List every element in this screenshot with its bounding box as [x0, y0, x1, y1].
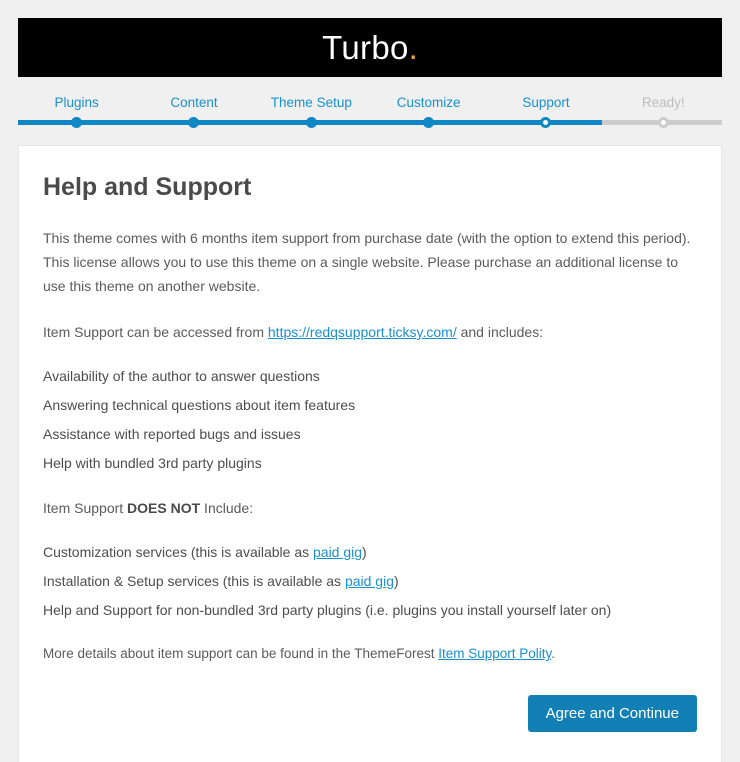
exclude-suffix: ): [393, 573, 399, 589]
support-access-suffix: and includes:: [456, 324, 544, 340]
step-plugins[interactable]: Plugins: [18, 95, 135, 111]
support-access-prefix: Item Support can be accessed from: [43, 324, 268, 340]
step-dot-theme-setup[interactable]: [305, 117, 317, 128]
step-label-row: Plugins Content Theme Setup Customize Su…: [18, 77, 722, 111]
page-title: Help and Support: [43, 173, 252, 201]
excludes-heading-suffix: Include:: [200, 500, 254, 516]
paid-gig-link[interactable]: paid gig: [313, 544, 362, 560]
step-dot-cell-plugins: [18, 117, 135, 128]
paid-gig-link[interactable]: paid gig: [345, 573, 394, 589]
exclude-prefix: Customization services (this is availabl…: [43, 544, 313, 560]
exclude-prefix: Installation & Setup services (this is a…: [43, 573, 345, 589]
step-dot-cell-customize: [370, 117, 487, 128]
step-label-customize[interactable]: Customize: [370, 95, 487, 111]
content-card: Help and Support This theme comes with 6…: [18, 145, 722, 762]
footnote-suffix: .: [551, 646, 556, 661]
support-url-link[interactable]: https://redqsupport.ticksy.com/: [268, 324, 457, 340]
footnote-prefix: More details about item support can be f…: [43, 646, 439, 661]
step-label-theme-setup[interactable]: Theme Setup: [253, 95, 370, 111]
brand-header: Turbo.: [18, 18, 722, 77]
step-dot-ready: [657, 117, 669, 128]
step-ready: Ready!: [605, 95, 722, 111]
list-item: Installation & Setup services (this is a…: [43, 567, 697, 596]
step-customize[interactable]: Customize: [370, 95, 487, 111]
card-actions: Agree and Continue: [43, 695, 697, 732]
setup-wizard: Turbo. Plugins Content Theme Setup Custo…: [18, 0, 722, 762]
list-item: Help with bundled 3rd party plugins: [43, 455, 262, 471]
step-content[interactable]: Content: [135, 95, 252, 111]
support-excludes-list: Customization services (this is availabl…: [43, 538, 697, 625]
step-dot-customize[interactable]: [423, 117, 435, 128]
list-item: Availability of the author to answer que…: [43, 368, 320, 384]
list-item: Assistance with reported bugs and issues: [43, 426, 301, 442]
excludes-heading-emphasis: DOES NOT: [127, 500, 201, 516]
exclude-prefix: Help and Support for non-bundled 3rd par…: [43, 602, 612, 618]
step-label-plugins[interactable]: Plugins: [18, 95, 135, 111]
excludes-heading-prefix: Item Support: [43, 500, 128, 516]
step-dot-content[interactable]: [188, 117, 200, 128]
step-label-content[interactable]: Content: [135, 95, 252, 111]
step-dot-cell-support: [487, 117, 604, 128]
step-theme-setup[interactable]: Theme Setup: [253, 95, 370, 111]
step-support[interactable]: Support: [487, 95, 604, 111]
step-dot-support[interactable]: [540, 117, 552, 128]
brand-name: Turbo: [322, 29, 409, 66]
step-dot-cell-content: [135, 117, 252, 128]
support-includes-list: Availability of the author to answer que…: [43, 362, 697, 478]
step-label-ready: Ready!: [641, 95, 685, 110]
step-progress-bar: Plugins Content Theme Setup Customize Su…: [18, 77, 722, 135]
support-policy-footnote: More details about item support can be f…: [43, 643, 697, 665]
list-item: Customization services (this is availabl…: [43, 538, 697, 567]
support-access-line: Item Support can be accessed from https:…: [43, 320, 697, 344]
exclude-suffix: ): [362, 544, 367, 560]
intro-paragraph: This theme comes with 6 months item supp…: [43, 230, 691, 294]
list-item: Help and Support for non-bundled 3rd par…: [43, 596, 697, 625]
item-support-policy-link[interactable]: Item Support Polity: [438, 646, 551, 661]
step-dot-cell-ready: [605, 117, 722, 128]
brand-dot: .: [408, 29, 418, 66]
step-dot-plugins[interactable]: [71, 117, 83, 128]
step-dot-row: [18, 117, 722, 128]
agree-and-continue-button[interactable]: Agree and Continue: [527, 695, 697, 732]
step-dot-cell-theme-setup: [253, 117, 370, 128]
step-label-support[interactable]: Support: [487, 95, 604, 111]
list-item: Answering technical questions about item…: [43, 397, 356, 413]
excludes-heading: Item Support DOES NOT Include:: [43, 496, 697, 520]
